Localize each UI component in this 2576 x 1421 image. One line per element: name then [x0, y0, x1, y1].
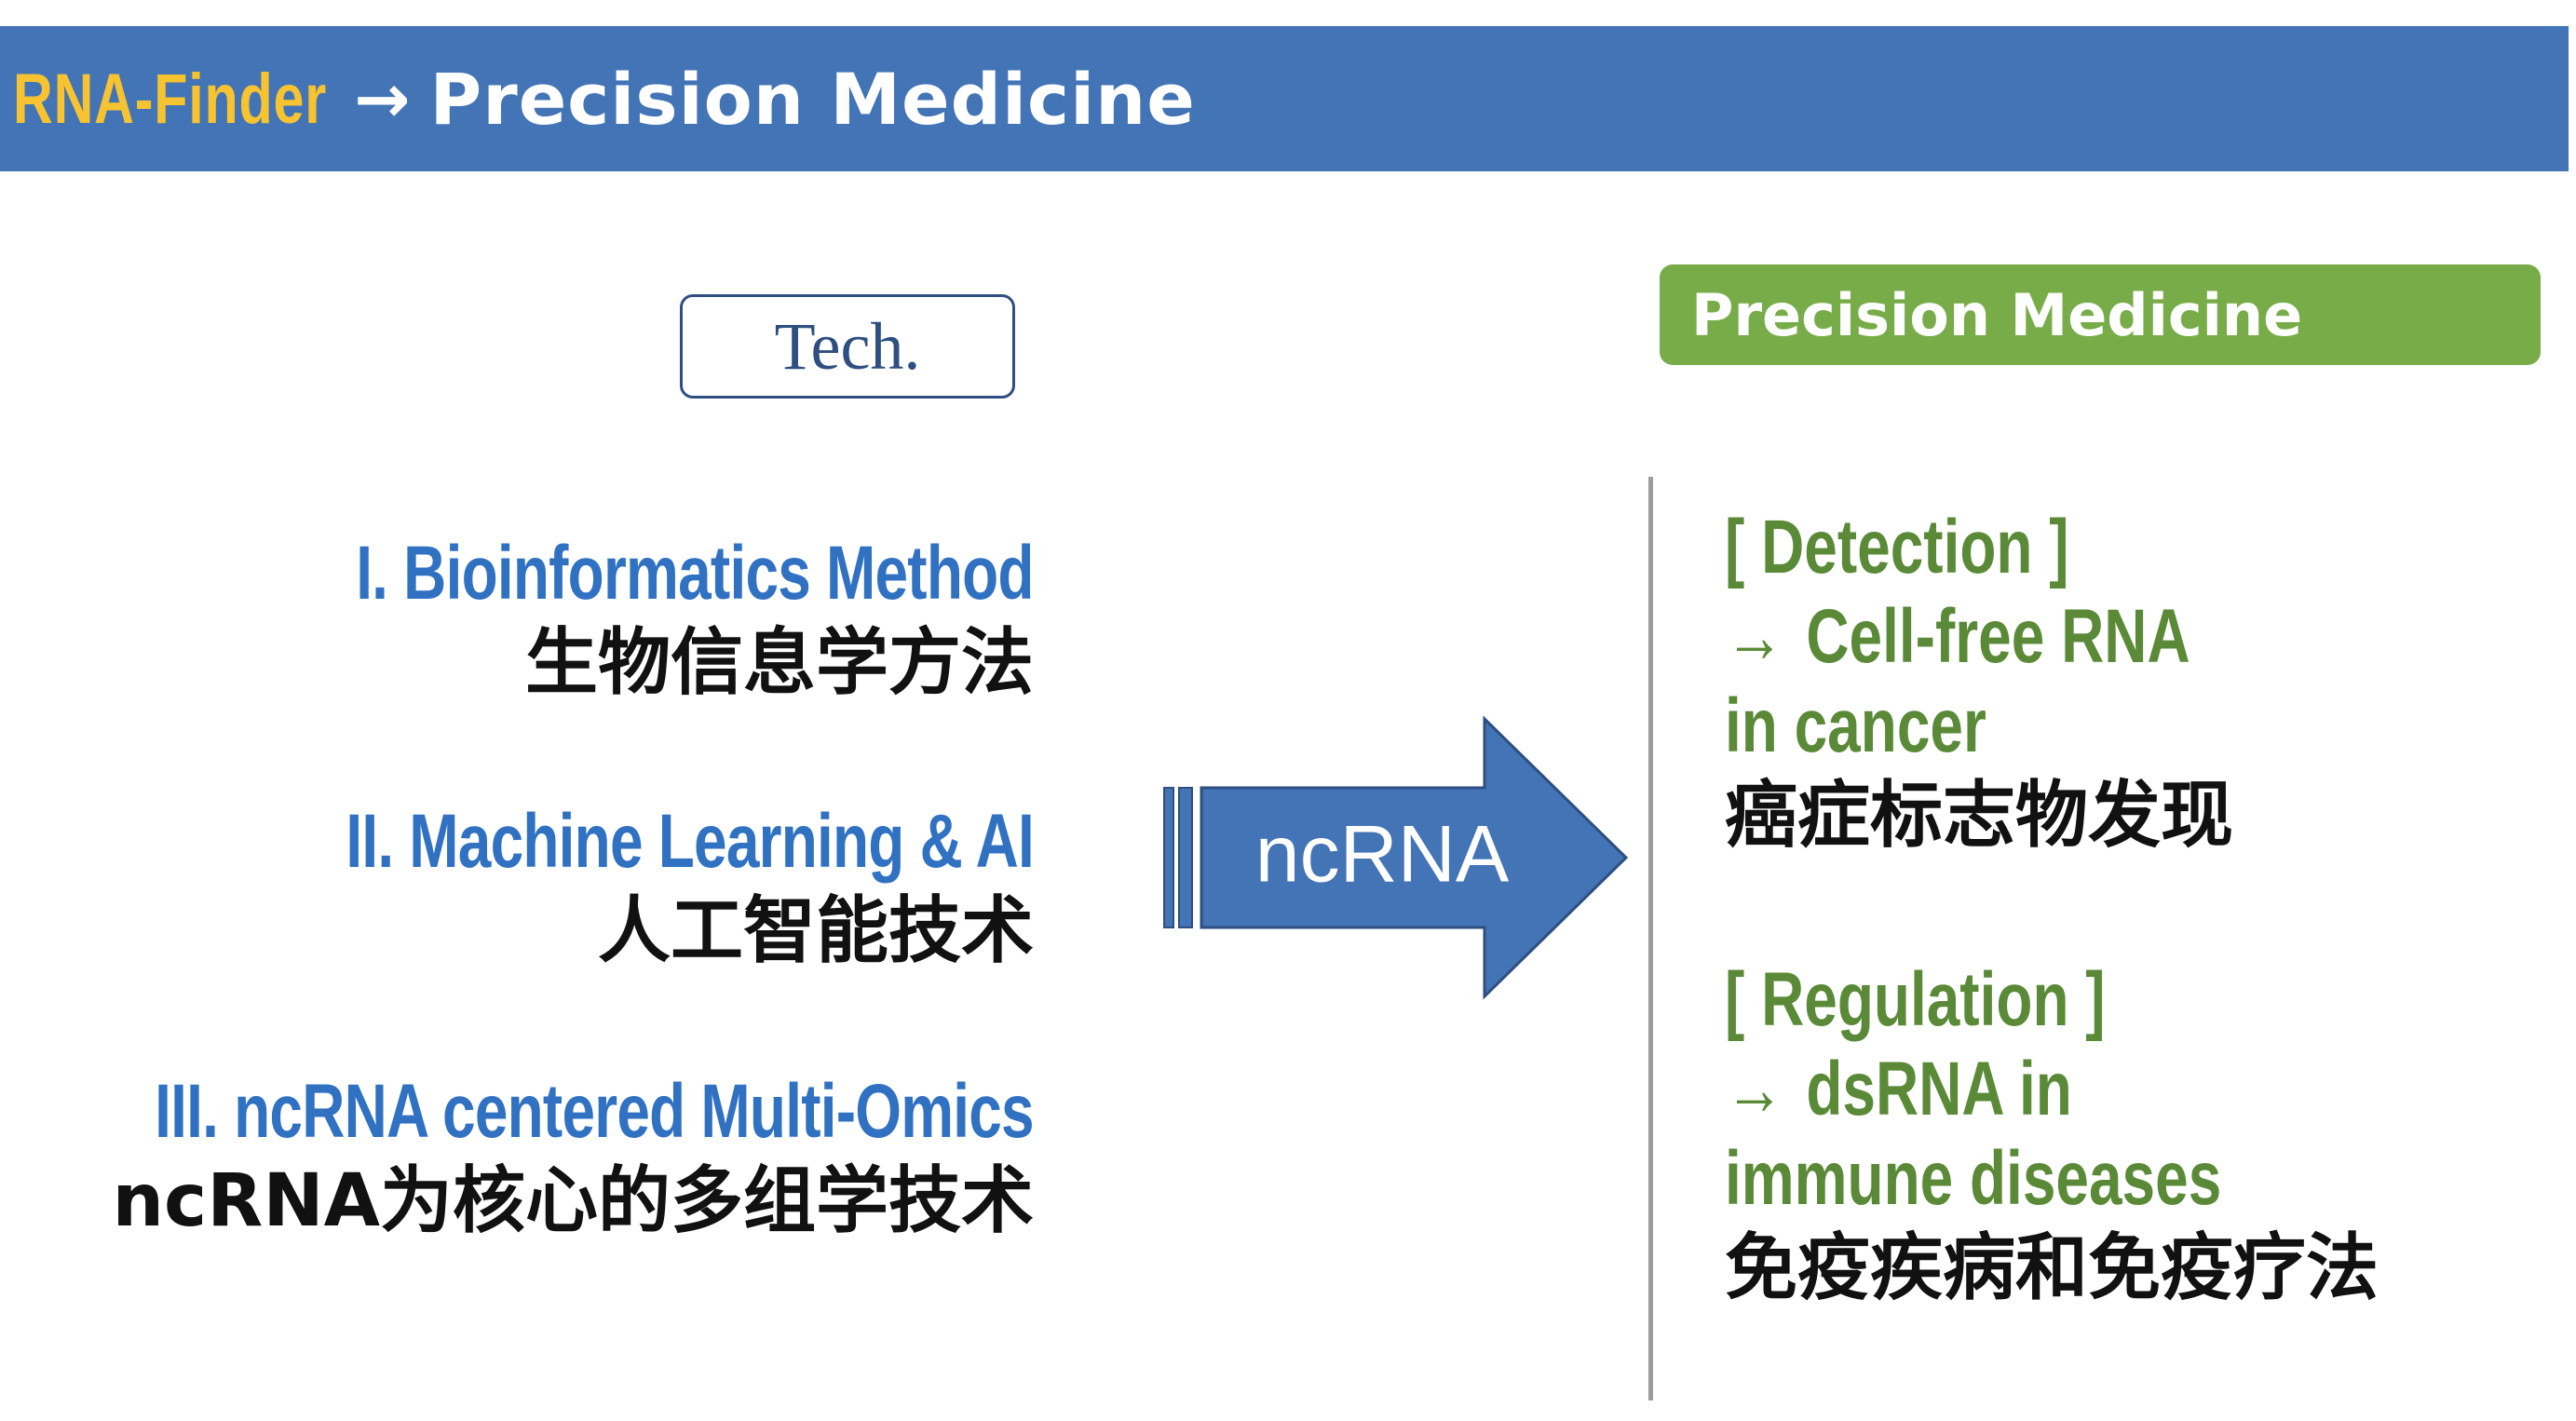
arrow-label: ncRNA: [1255, 810, 1510, 900]
arrow-stripe: [1163, 787, 1174, 928]
application-subtitle-cn: 癌症标志物发现: [1725, 774, 2234, 858]
header-bar: RNA-Finder → Precision Medicine: [0, 26, 2569, 171]
arrow-right-icon: →: [1725, 1047, 1784, 1131]
method-subtitle-cn: 生物信息学方法: [524, 621, 1034, 705]
application-heading: [ Regulation ]: [1725, 957, 2106, 1042]
application-line2: immune diseases: [1725, 1136, 2222, 1221]
method-subtitle-cn: 人工智能技术: [597, 889, 1034, 973]
method-title: II. Machine Learning & AI: [346, 799, 1034, 884]
application-line: → dsRNA in: [1725, 1045, 2576, 1134]
method-item-machine-learning: II. Machine Learning & AI 人工智能技术: [152, 797, 1034, 976]
brand-name: RNA-Finder: [13, 59, 328, 139]
arrow-stripe: [1178, 787, 1193, 928]
header-title: RNA-Finder → Precision Medicine: [13, 26, 1196, 171]
header-subtitle: Precision Medicine: [429, 57, 1196, 141]
method-title: III. ncRNA centered Multi-Omics: [155, 1069, 1034, 1154]
application-subtitle-cn: 免疫疾病和免疫疗法: [1725, 1226, 2379, 1310]
ncrna-block-arrow: ncRNA: [1163, 715, 1629, 1000]
application-line2: in cancer: [1725, 683, 1986, 768]
application-item-regulation: [ Regulation ] → dsRNA in immune diseases…: [1725, 955, 2576, 1313]
application-item-detection: [ Detection ] → Cell-free RNA in cancer 癌…: [1725, 503, 2576, 860]
tech-label-box: Tech.: [680, 294, 1015, 399]
application-line: → Cell-free RNA: [1725, 592, 2576, 682]
method-item-multi-omics: III. ncRNA centered Multi-Omics ncRNA为核心…: [0, 1067, 1035, 1246]
method-title: I. Bioinformatics Method: [356, 531, 1034, 616]
method-subtitle-cn: ncRNA为核心的多组学技术: [112, 1159, 1034, 1243]
arrow-right-icon: →: [1725, 594, 1784, 679]
precision-medicine-label-box: Precision Medicine: [1660, 264, 2541, 365]
application-line1: Cell-free RNA: [1806, 594, 2190, 679]
arrow-right-icon: →: [354, 60, 412, 138]
vertical-divider: [1648, 477, 1653, 1401]
method-item-bioinformatics: I. Bioinformatics Method 生物信息学方法: [165, 529, 1034, 708]
application-line1: dsRNA in: [1806, 1047, 2072, 1131]
application-heading: [ Detection ]: [1725, 505, 2069, 589]
